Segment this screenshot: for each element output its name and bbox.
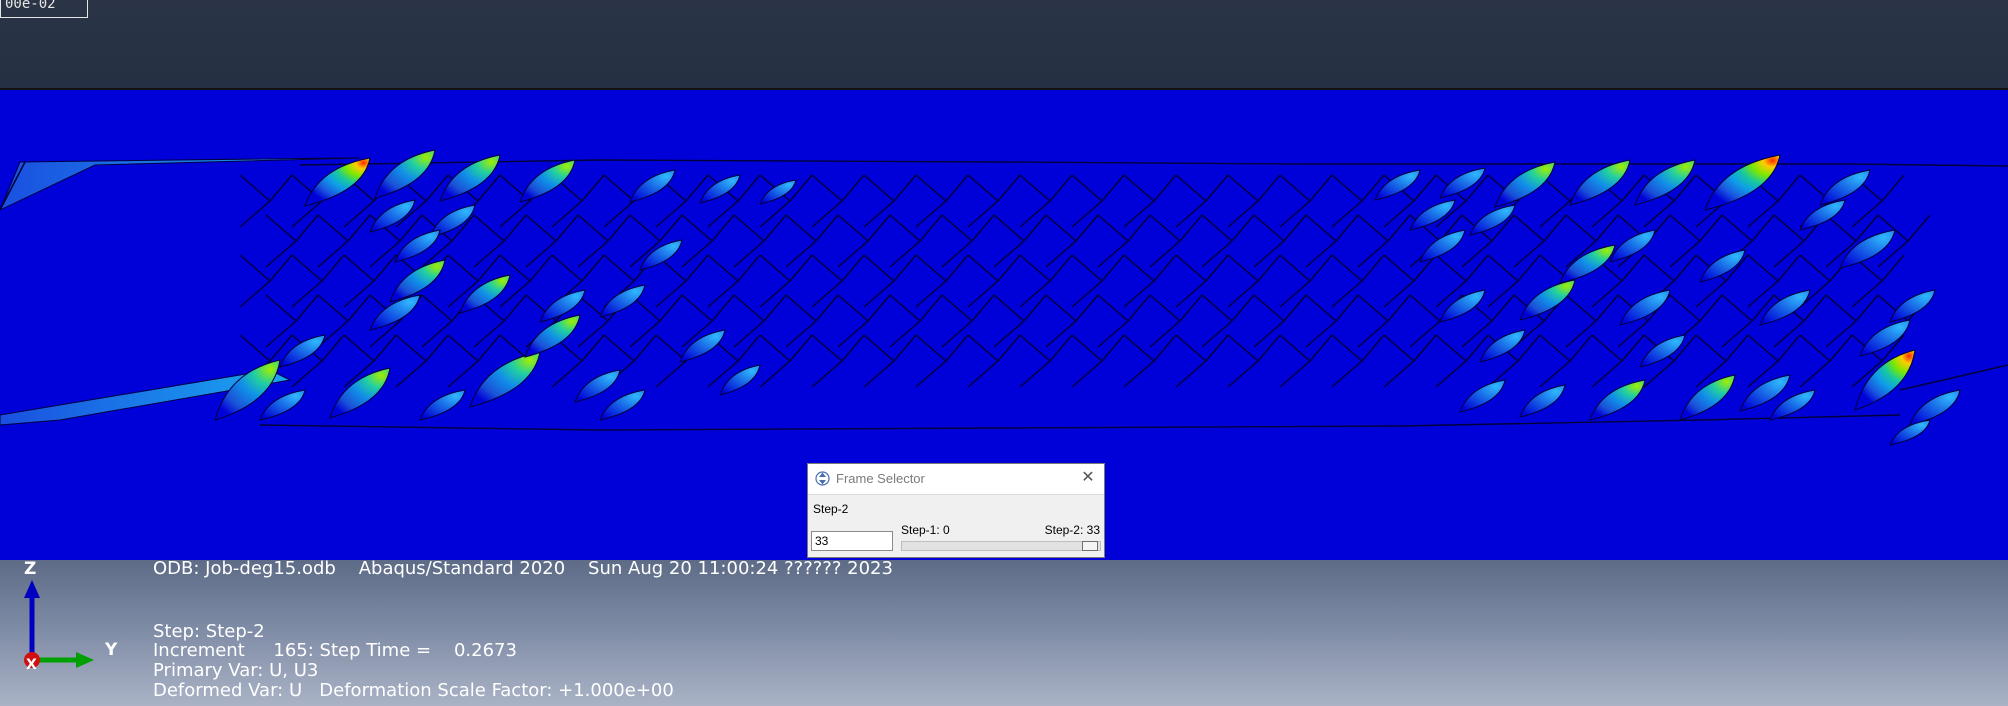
- frame-number-input[interactable]: [811, 531, 893, 551]
- frame-selector-dialog[interactable]: Frame Selector ✕ Step-2 Step-1: 0 Step-2…: [807, 463, 1105, 558]
- range-max-label: Step-2: 33: [1044, 523, 1100, 537]
- step-label: Step-2: [813, 502, 849, 516]
- frame-selector-icon: [815, 471, 830, 486]
- odb-info-line: ODB: Job-deg15.odb Abaqus/Standard 2020 …: [153, 558, 893, 579]
- triad-z-label: Z: [24, 559, 37, 579]
- frame-slider[interactable]: [901, 541, 1101, 551]
- triad-x-label: X: [26, 657, 37, 673]
- increment-info-line: Increment 165: Step Time = 0.2673: [153, 640, 517, 661]
- dialog-title: Frame Selector: [836, 471, 925, 486]
- dialog-titlebar[interactable]: Frame Selector ✕: [808, 464, 1104, 495]
- deformed-var-line: Deformed Var: U Deformation Scale Factor…: [153, 680, 674, 701]
- primary-var-line: Primary Var: U, U3: [153, 660, 319, 681]
- close-icon[interactable]: ✕: [1078, 468, 1098, 488]
- viewport-top-band: 00e-02: [0, 0, 2008, 90]
- step-info-line: Step: Step-2: [153, 621, 265, 642]
- legend-value-box: 00e-02: [0, 0, 88, 18]
- triad-y-label: Y: [105, 640, 118, 660]
- frame-slider-thumb[interactable]: [1082, 541, 1098, 551]
- range-min-label: Step-1: 0: [901, 523, 950, 537]
